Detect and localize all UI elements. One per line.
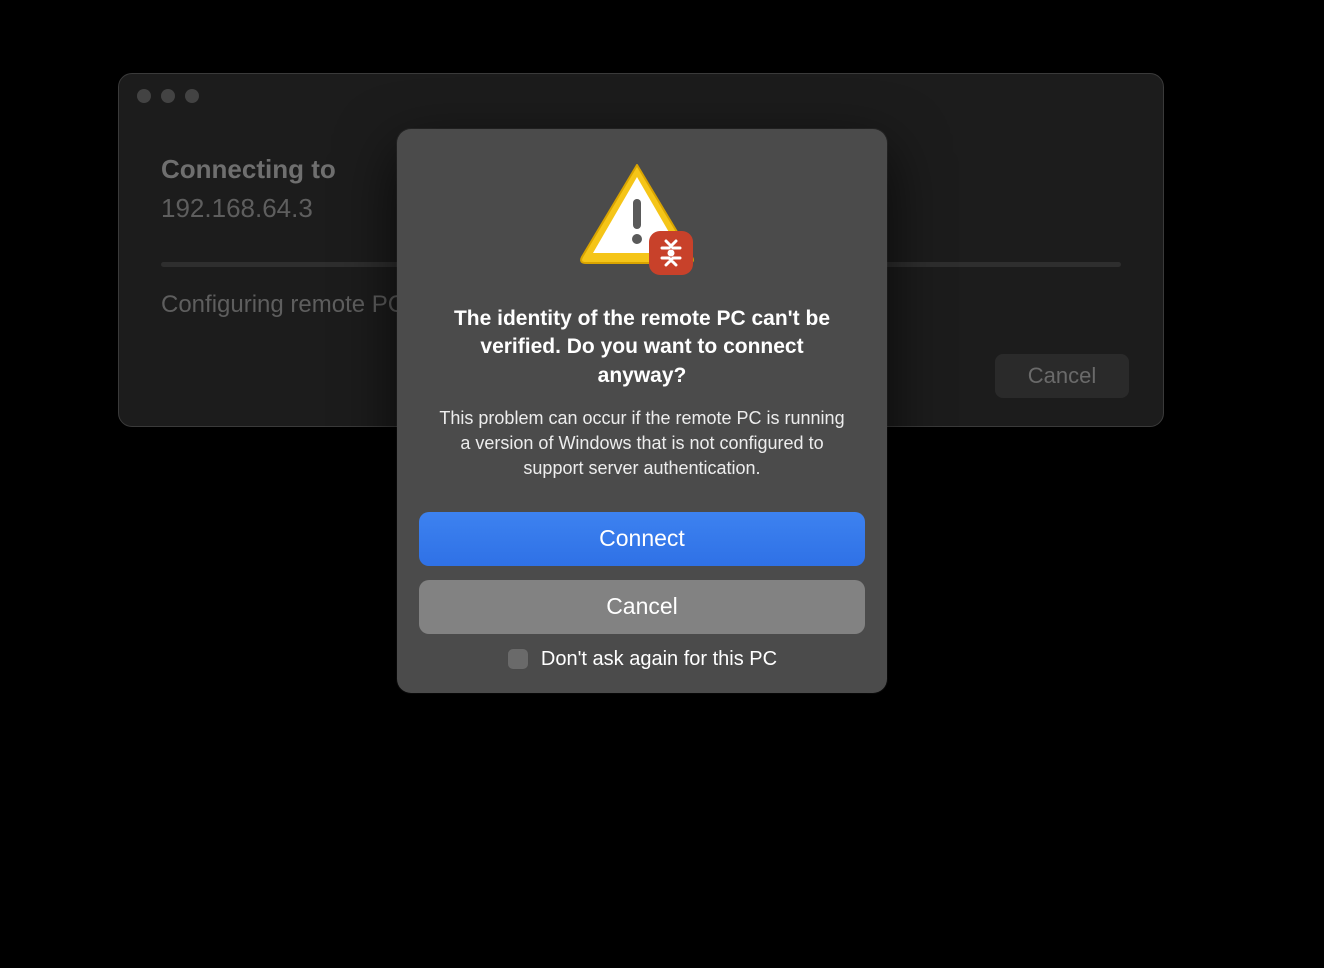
window-titlebar — [119, 74, 1163, 118]
dont-ask-again-label: Don't ask again for this PC — [541, 648, 777, 671]
dialog-description: This problem can occur if the remote PC … — [433, 406, 851, 482]
connect-button[interactable]: Connect — [419, 512, 865, 566]
dialog-icon-container — [419, 159, 865, 279]
dont-ask-again-checkbox[interactable] — [507, 648, 529, 670]
identity-warning-dialog: The identity of the remote PC can't be v… — [397, 129, 887, 693]
dont-ask-again-row[interactable]: Don't ask again for this PC — [419, 648, 865, 671]
cancel-button[interactable]: Cancel — [419, 580, 865, 634]
zoom-icon[interactable] — [185, 89, 199, 103]
close-icon[interactable] — [137, 89, 151, 103]
warning-triangle-icon — [577, 159, 707, 279]
minimize-icon[interactable] — [161, 89, 175, 103]
background-cancel-button[interactable]: Cancel — [995, 354, 1129, 398]
dialog-title: The identity of the remote PC can't be v… — [439, 305, 845, 390]
